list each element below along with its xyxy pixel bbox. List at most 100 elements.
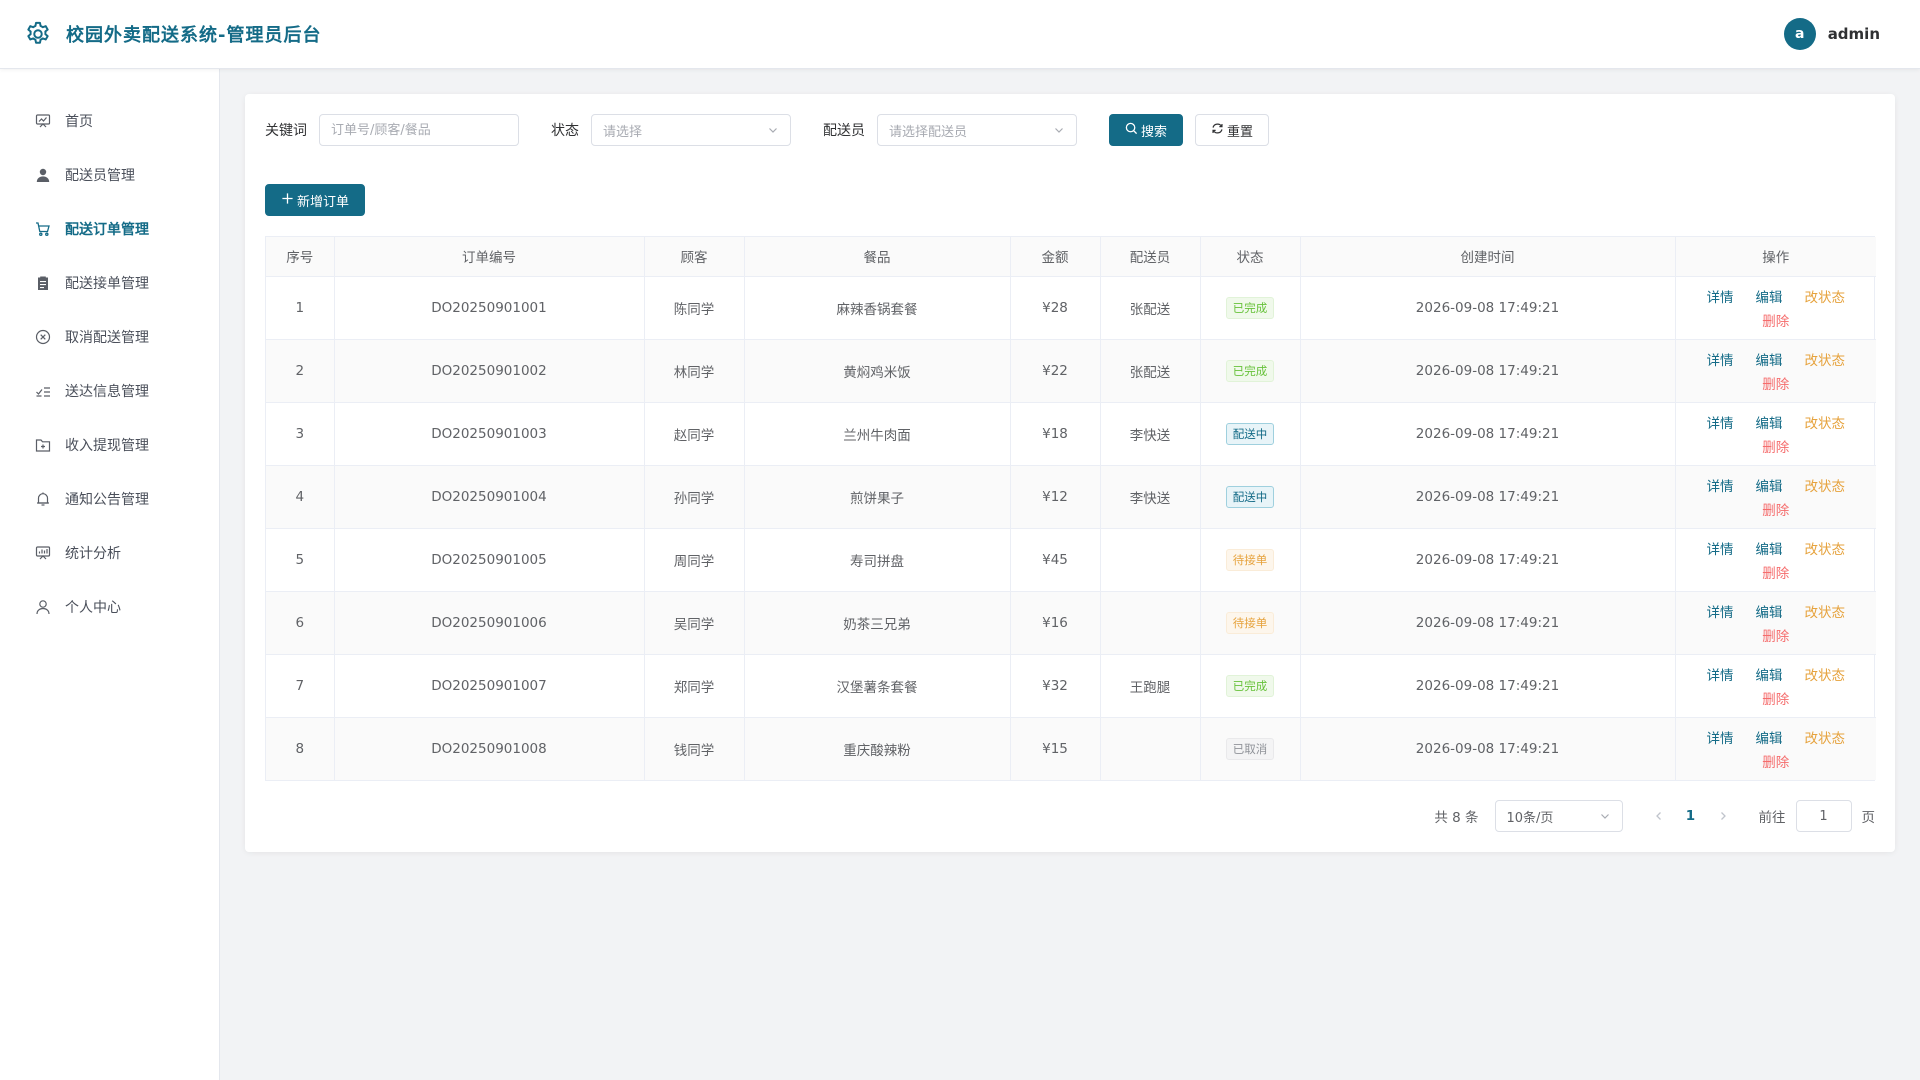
cell-index: 1 — [266, 276, 335, 340]
detail-link[interactable]: 详情 — [1707, 664, 1734, 684]
sidebar-item-accept[interactable]: 配送接单管理 — [0, 256, 219, 310]
edit-link[interactable]: 编辑 — [1756, 664, 1783, 684]
edit-link[interactable]: 编辑 — [1756, 538, 1783, 558]
sidebar-item-home[interactable]: 首页 — [0, 94, 219, 148]
cell-status: 已完成 — [1200, 654, 1301, 718]
chevron-down-icon — [1053, 124, 1065, 136]
reset-button[interactable]: 重置 — [1195, 114, 1270, 146]
circle-close-icon — [35, 329, 51, 345]
delete-link[interactable]: 删除 — [1762, 436, 1789, 456]
cell-order-no: DO20250901005 — [334, 528, 645, 592]
prev-page-button[interactable] — [1643, 800, 1675, 832]
rider-select[interactable]: 请选择配送员 — [877, 114, 1077, 146]
detail-link[interactable]: 详情 — [1707, 601, 1734, 621]
add-order-button[interactable]: 新增订单 — [265, 184, 366, 216]
detail-link[interactable]: 详情 — [1707, 475, 1734, 495]
sidebar-item-notice[interactable]: 通知公告管理 — [0, 472, 219, 526]
column-header: 订单编号 — [334, 237, 645, 277]
change-status-link[interactable]: 改状态 — [1805, 664, 1846, 684]
cell-order-no: DO20250901007 — [334, 654, 645, 718]
chevron-down-icon — [1599, 810, 1611, 822]
delete-link[interactable]: 删除 — [1762, 625, 1789, 645]
status-select[interactable]: 请选择 — [591, 114, 791, 146]
user-icon — [35, 167, 51, 183]
page-size-select[interactable]: 10条/页 — [1494, 800, 1623, 832]
avatar[interactable]: a — [1783, 18, 1816, 50]
table-row: 6 DO20250901006 吴同学 奶茶三兄弟 ¥16 待接单 2026-09-08 1… — [266, 591, 1876, 655]
goto-page-input[interactable] — [1795, 800, 1852, 832]
sidebar-item-orders[interactable]: 配送订单管理 — [0, 202, 219, 256]
edit-link[interactable]: 编辑 — [1756, 412, 1783, 432]
detail-link[interactable]: 详情 — [1707, 538, 1734, 558]
cell-customer: 郑同学 — [644, 654, 745, 718]
delete-link[interactable]: 删除 — [1762, 688, 1789, 708]
user-menu[interactable]: a admin — [1783, 18, 1880, 50]
table-row: 5 DO20250901005 周同学 寿司拼盘 ¥45 待接单 2026-09-08 17… — [266, 528, 1876, 592]
cell-status: 已完成 — [1200, 339, 1301, 403]
cell-order-no: DO20250901003 — [334, 402, 645, 466]
next-page-button[interactable] — [1707, 800, 1739, 832]
column-header: 配送员 — [1100, 237, 1201, 277]
change-status-link[interactable]: 改状态 — [1805, 601, 1846, 621]
search-button[interactable]: 搜索 — [1109, 114, 1184, 146]
change-status-link[interactable]: 改状态 — [1805, 475, 1846, 495]
cell-actions: 详情 编辑 改状态 删除 — [1675, 654, 1876, 718]
status-badge: 已完成 — [1225, 674, 1275, 697]
chevron-left-icon — [1655, 812, 1661, 820]
delete-link[interactable]: 删除 — [1762, 310, 1789, 330]
sidebar-item-stats[interactable]: 统计分析 — [0, 526, 219, 580]
cell-meal: 黄焖鸡米饭 — [744, 339, 1011, 403]
delete-link[interactable]: 删除 — [1762, 373, 1789, 393]
cell-created-time: 2026-09-08 17:49:21 — [1300, 402, 1676, 466]
sidebar-item-label: 送达信息管理 — [65, 384, 149, 400]
cell-index: 5 — [266, 528, 335, 592]
cell-meal: 汉堡薯条套餐 — [744, 654, 1011, 718]
edit-link[interactable]: 编辑 — [1756, 727, 1783, 747]
cell-status: 待接单 — [1200, 528, 1301, 592]
cell-rider: 张配送 — [1100, 276, 1201, 340]
cell-order-no: DO20250901004 — [334, 465, 645, 529]
cell-index: 6 — [266, 591, 335, 655]
page-number-current[interactable]: 1 — [1675, 808, 1707, 824]
sidebar-item-cancel[interactable]: 取消配送管理 — [0, 310, 219, 364]
cell-actions: 详情 编辑 改状态 删除 — [1675, 276, 1876, 340]
edit-link[interactable]: 编辑 — [1756, 601, 1783, 621]
orders-table: 序号 订单编号 顾客 餐品 金额 配送员 状态 创建时间 操作 1 DO20250… — [265, 236, 1876, 781]
cell-order-no: DO20250901008 — [334, 717, 645, 780]
filter-bar: 关键词 状态 请选择 配送员 请选择配送员 搜索 重置 — [265, 114, 1270, 146]
edit-link[interactable]: 编辑 — [1756, 349, 1783, 369]
detail-link[interactable]: 详情 — [1707, 412, 1734, 432]
add-order-label: 新增订单 — [297, 194, 350, 210]
sidebar-item-profile[interactable]: 个人中心 — [0, 580, 219, 634]
change-status-link[interactable]: 改状态 — [1805, 286, 1846, 306]
delete-link[interactable]: 删除 — [1762, 499, 1789, 519]
change-status-link[interactable]: 改状态 — [1805, 412, 1846, 432]
change-status-link[interactable]: 改状态 — [1805, 349, 1846, 369]
delete-link[interactable]: 删除 — [1762, 751, 1789, 771]
person-icon — [35, 599, 51, 615]
sidebar-item-label: 配送接单管理 — [65, 276, 149, 292]
detail-link[interactable]: 详情 — [1707, 727, 1734, 747]
sidebar-item-delivered[interactable]: 送达信息管理 — [0, 364, 219, 418]
cell-customer: 吴同学 — [644, 591, 745, 655]
cell-created-time: 2026-09-08 17:49:21 — [1300, 528, 1676, 592]
detail-link[interactable]: 详情 — [1707, 286, 1734, 306]
checklist-icon — [35, 383, 51, 399]
column-header: 序号 — [266, 237, 335, 277]
edit-link[interactable]: 编辑 — [1756, 475, 1783, 495]
edit-link[interactable]: 编辑 — [1756, 286, 1783, 306]
change-status-link[interactable]: 改状态 — [1805, 538, 1846, 558]
table-header-row: 序号 订单编号 顾客 餐品 金额 配送员 状态 创建时间 操作 — [266, 237, 1876, 277]
column-header: 状态 — [1200, 237, 1301, 277]
keyword-input[interactable] — [319, 114, 519, 146]
cell-meal: 煎饼果子 — [744, 465, 1011, 529]
delete-link[interactable]: 删除 — [1762, 562, 1789, 582]
sidebar-item-riders[interactable]: 配送员管理 — [0, 148, 219, 202]
sidebar-item-income[interactable]: 收入提现管理 — [0, 418, 219, 472]
username[interactable]: admin — [1828, 25, 1880, 43]
cell-amount: ¥15 — [1010, 717, 1101, 780]
change-status-link[interactable]: 改状态 — [1805, 727, 1846, 747]
pagination: 共 8 条 10条/页 1 前往 页 — [1434, 800, 1875, 832]
detail-link[interactable]: 详情 — [1707, 349, 1734, 369]
cell-actions: 详情 编辑 改状态 删除 — [1675, 528, 1876, 592]
